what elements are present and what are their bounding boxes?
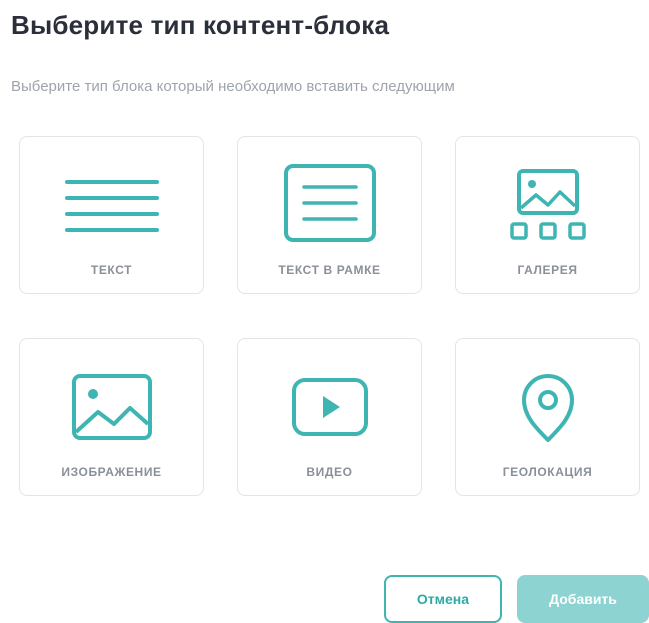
block-type-framed-text-card[interactable]: ТЕКСТ В РАМКЕ	[237, 136, 422, 294]
block-type-text-card[interactable]: ТЕКСТ	[19, 136, 204, 294]
framed-text-icon	[283, 164, 376, 242]
block-type-label: ГЕОЛОКАЦИЯ	[502, 465, 593, 479]
block-type-label: ТЕКСТ В РАМКЕ	[278, 263, 381, 277]
dialog-subtitle: Выберите тип блока который необходимо вс…	[11, 78, 455, 95]
block-type-label: ТЕКСТ	[90, 263, 133, 277]
cancel-button[interactable]: Отмена	[384, 575, 502, 623]
block-type-label: ИЗОБРАЖЕНИЕ	[61, 465, 162, 479]
location-pin-icon	[521, 374, 574, 442]
gallery-icon	[509, 169, 586, 240]
block-type-geolocation-card[interactable]: ГЕОЛОКАЦИЯ	[455, 338, 640, 496]
add-button[interactable]: Добавить	[517, 575, 649, 623]
block-type-gallery-card[interactable]: ГАЛЕРЕЯ	[455, 136, 640, 294]
text-lines-icon	[64, 180, 159, 232]
block-type-label: ВИДЕО	[306, 465, 353, 479]
image-icon	[71, 374, 152, 440]
video-play-icon	[291, 378, 368, 436]
block-type-image-card[interactable]: ИЗОБРАЖЕНИЕ	[19, 338, 204, 496]
block-type-video-card[interactable]: ВИДЕО	[237, 338, 422, 496]
dialog-title: Выберите тип контент-блока	[11, 10, 390, 40]
block-type-label: ГАЛЕРЕЯ	[517, 263, 578, 277]
